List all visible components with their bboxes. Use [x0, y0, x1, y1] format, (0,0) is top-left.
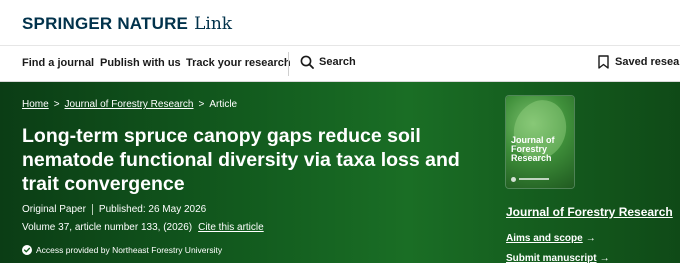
aims-and-scope-label: Aims and scope — [506, 233, 583, 244]
cover-publisher-mark — [511, 176, 569, 182]
logo-primary: SPRINGER NATURE — [22, 14, 189, 33]
article-type: Original Paper — [22, 204, 86, 215]
cover-title: Journal of Forestry Research — [511, 135, 555, 163]
nav-track-research[interactable]: Track your research — [186, 57, 291, 69]
check-circle-icon — [22, 245, 32, 255]
saved-research-button[interactable]: Saved research — [598, 55, 680, 69]
article-title: Long-term spruce canopy gaps reduce soil… — [22, 125, 460, 195]
arrow-right-icon: → — [599, 253, 610, 263]
article-hero: Home > Journal of Forestry Research > Ar… — [0, 82, 680, 263]
breadcrumb-current: Article — [209, 99, 238, 110]
nav-find-journal[interactable]: Find a journal — [22, 57, 94, 69]
journal-cover-image[interactable]: Journal of Forestry Research — [506, 96, 574, 188]
saved-research-label: Saved research — [615, 56, 680, 68]
main-nav: Find a journal Publish with us Track you… — [0, 46, 680, 82]
journal-title-link[interactable]: Journal of Forestry Research — [506, 205, 673, 219]
cite-article-link[interactable]: Cite this article — [198, 222, 264, 233]
cover-line — [519, 178, 549, 180]
search-label: Search — [319, 56, 356, 68]
access-notice: Access provided by Northeast Forestry Un… — [22, 245, 222, 255]
springer-nature-link-logo[interactable]: SPRINGER NATURE Link — [22, 14, 232, 34]
search-icon — [300, 55, 314, 69]
arrow-right-icon: → — [585, 233, 596, 244]
meta-divider — [91, 204, 93, 215]
top-header: SPRINGER NATURE Link — [0, 0, 680, 46]
nav-publish-with-us[interactable]: Publish with us — [100, 57, 181, 69]
nav-divider — [288, 52, 289, 76]
article-published-date: Published: 26 May 2026 — [98, 204, 207, 215]
breadcrumb-separator: > — [198, 99, 205, 110]
article-meta-type-date: Original Paper Published: 26 May 2026 — [22, 204, 206, 215]
submit-manuscript-label: Submit manuscript — [506, 253, 597, 263]
breadcrumb-journal[interactable]: Journal of Forestry Research — [65, 99, 194, 110]
aims-and-scope-link[interactable]: Aims and scope → — [506, 233, 596, 244]
bookmark-icon — [598, 55, 609, 69]
article-volume-info: Volume 37, article number 133, (2026) — [22, 222, 193, 233]
breadcrumb-separator: > — [53, 99, 60, 110]
breadcrumb: Home > Journal of Forestry Research > Ar… — [22, 99, 237, 110]
search-button[interactable]: Search — [300, 55, 356, 69]
logo-secondary: Link — [194, 14, 233, 34]
cover-dot — [511, 176, 516, 182]
access-text: Access provided by Northeast Forestry Un… — [36, 245, 223, 255]
submit-manuscript-link[interactable]: Submit manuscript → — [506, 253, 610, 263]
article-meta-volume: Volume 37, article number 133, (2026) Ci… — [22, 222, 264, 233]
breadcrumb-home[interactable]: Home — [22, 99, 49, 110]
